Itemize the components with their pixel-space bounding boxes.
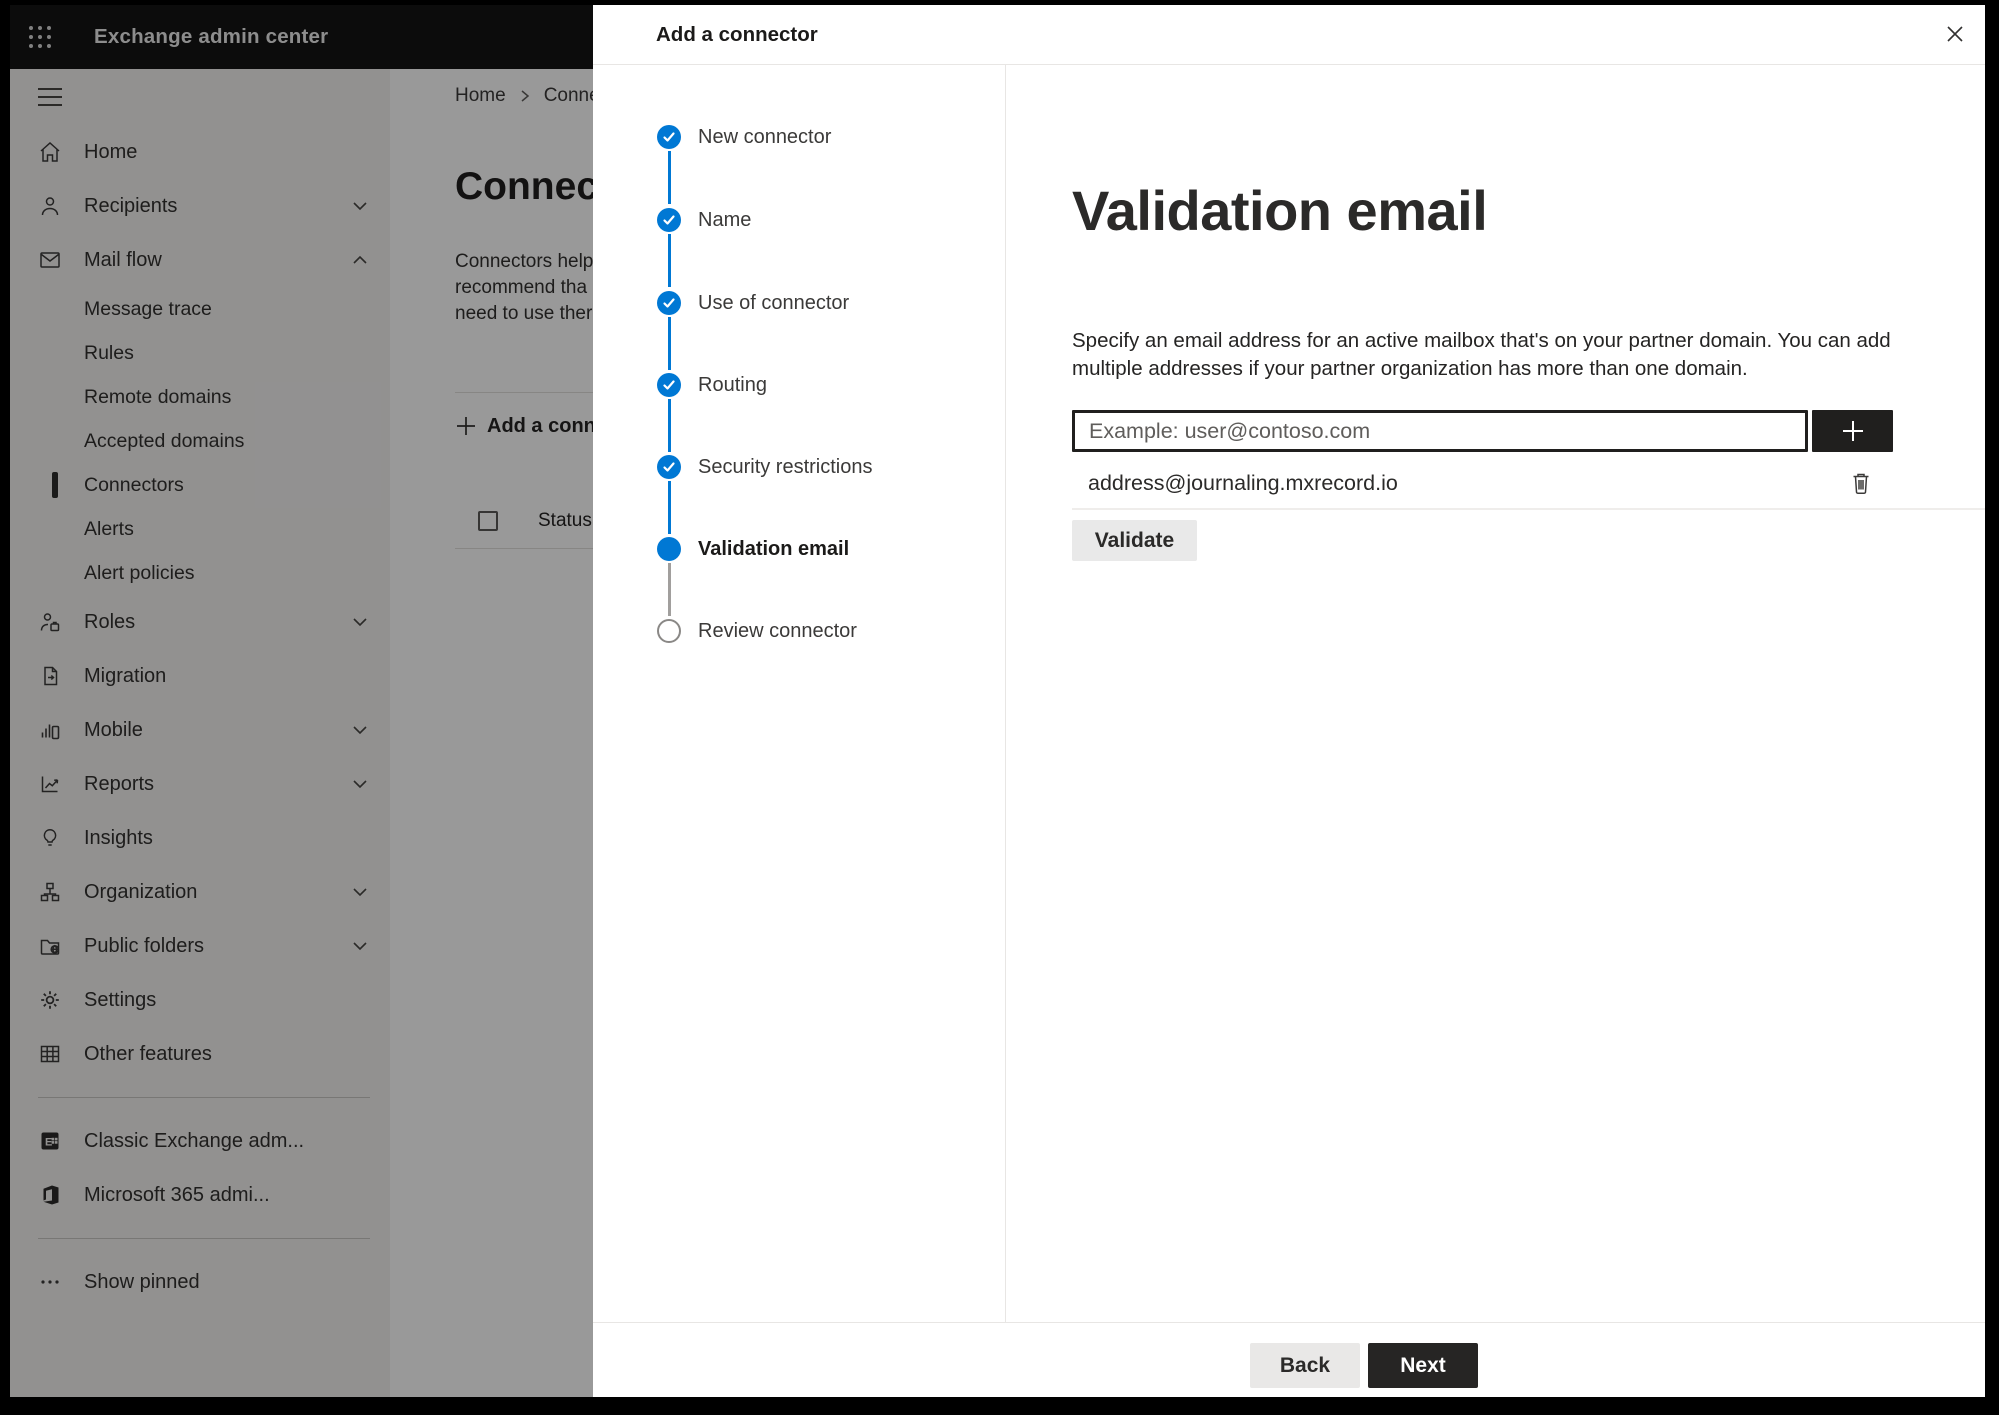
step-connector-line — [667, 234, 671, 287]
plus-icon — [1840, 418, 1866, 444]
wizard-step-use-of-connector: Use of connector — [593, 287, 849, 319]
step-current-icon — [657, 537, 681, 561]
dialog-title: Add a connector — [656, 22, 818, 46]
validation-email-content: Validation email Specify an email addres… — [1007, 65, 1985, 1322]
address-list-item: address@journaling.mxrecord.io — [1072, 465, 1895, 501]
step-connector-line — [667, 317, 671, 370]
validate-button[interactable]: Validate — [1072, 520, 1197, 561]
wizard-step-validation-email: Validation email — [593, 533, 849, 565]
dialog-footer: Back Next — [593, 1322, 1985, 1397]
wizard-steps-panel: New connector Name Use of connector Rout… — [593, 65, 1006, 1322]
close-button[interactable] — [1933, 12, 1977, 56]
address-email: address@journaling.mxrecord.io — [1088, 470, 1398, 495]
add-connector-dialog: Add a connector New connector Name Use o… — [593, 5, 1985, 1397]
step-completed-icon — [657, 455, 681, 479]
divider — [1072, 508, 1985, 510]
wizard-step-routing: Routing — [593, 369, 767, 401]
wizard-step-new-connector: New connector — [593, 121, 831, 153]
wizard-step-name: Name — [593, 204, 751, 236]
add-address-button[interactable] — [1812, 410, 1893, 452]
step-description: Specify an email address for an active m… — [1072, 329, 1891, 380]
step-completed-icon — [657, 373, 681, 397]
step-heading: Validation email — [1072, 179, 1488, 242]
screen: Exchange admin center Home Recipients Ma… — [10, 5, 1985, 1397]
step-upcoming-icon — [657, 619, 681, 643]
step-connector-line — [667, 481, 671, 534]
dialog-header: Add a connector — [593, 5, 1985, 65]
step-connector-line — [667, 399, 671, 452]
wizard-step-review-connector: Review connector — [593, 615, 857, 647]
step-completed-icon — [657, 291, 681, 315]
next-button[interactable]: Next — [1368, 1343, 1478, 1388]
step-completed-icon — [657, 208, 681, 232]
step-connector-line — [667, 563, 671, 616]
close-icon — [1944, 23, 1966, 45]
email-address-input[interactable] — [1072, 410, 1808, 452]
step-completed-icon — [657, 125, 681, 149]
trash-icon — [1850, 471, 1872, 495]
wizard-step-security-restrictions: Security restrictions — [593, 451, 873, 483]
delete-address-button[interactable] — [1841, 463, 1881, 503]
step-connector-line — [667, 151, 671, 204]
back-button[interactable]: Back — [1250, 1343, 1360, 1388]
